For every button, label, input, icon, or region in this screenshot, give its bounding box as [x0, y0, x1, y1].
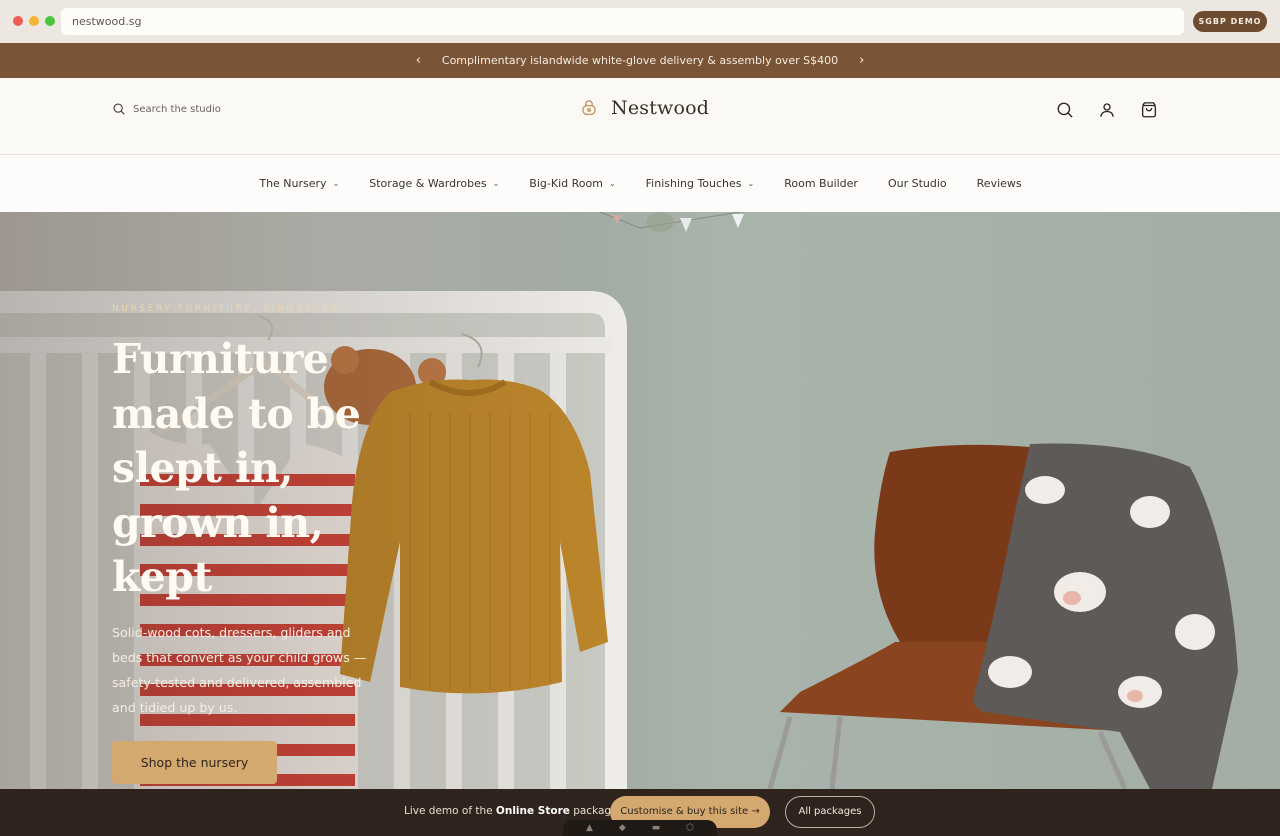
- nest-logo-icon: [582, 100, 596, 116]
- chevron-down-icon: ⌄: [608, 179, 616, 188]
- dock-item-icon[interactable]: ◆: [619, 823, 626, 833]
- chevron-down-icon: ⌄: [332, 179, 340, 188]
- announcement-prev-button[interactable]: ‹: [395, 53, 442, 68]
- hero-eyebrow: NURSERY FURNITURE, SINGAPORE: [112, 304, 340, 314]
- nav-item-label: Room Builder: [784, 177, 858, 190]
- maximize-window-button[interactable]: [45, 16, 55, 26]
- shop-the-nursery-button[interactable]: Shop the nursery: [112, 741, 277, 784]
- minimize-window-button[interactable]: [29, 16, 39, 26]
- hero-headline: Furniture made to be slept in, grown in,…: [112, 335, 361, 601]
- close-window-button[interactable]: [13, 16, 23, 26]
- hero-section: NURSERY FURNITURE, SINGAPORE Furniture m…: [0, 212, 1280, 789]
- cart-icon[interactable]: [1140, 101, 1158, 119]
- nav-item-label: Finishing Touches: [645, 177, 742, 190]
- nav-item-finishing-touches[interactable]: Finishing Touches ⌄: [646, 177, 755, 190]
- search-field[interactable]: Search the studio: [112, 102, 221, 116]
- announcement-next-button[interactable]: ›: [838, 53, 885, 68]
- nav-item-the-nursery[interactable]: The Nursery ⌄: [259, 177, 339, 190]
- nav-item-our-studio[interactable]: Our Studio: [888, 177, 947, 190]
- nav-item-reviews[interactable]: Reviews: [977, 177, 1022, 190]
- demo-badge: SGBP DEMO: [1193, 11, 1267, 32]
- search-icon: [113, 103, 125, 115]
- brand-logo[interactable]: Nestwood: [581, 97, 709, 119]
- dock-item-icon[interactable]: ⬡: [686, 823, 694, 833]
- window-controls: [13, 16, 55, 26]
- demo-notice: Live demo of the Online Store package.: [404, 805, 621, 817]
- browser-chrome: nestwood.sg SGBP DEMO: [0, 0, 1280, 43]
- demo-package-name: Online Store: [495, 805, 570, 817]
- nav-item-label: Our Studio: [887, 177, 947, 190]
- header-actions: [1056, 101, 1158, 119]
- dock-item-icon[interactable]: ▲: [586, 823, 593, 833]
- announcement-bar: ‹ Complimentary islandwide white-glove d…: [0, 43, 1280, 78]
- all-packages-button[interactable]: All packages: [785, 796, 875, 828]
- site-header: Search the studio Nestwood: [0, 78, 1280, 155]
- address-bar[interactable]: nestwood.sg: [61, 8, 1184, 35]
- nav-item-big-kid-room[interactable]: Big-Kid Room ⌄: [529, 177, 615, 190]
- hero-subtext: Solid-wood cots, dressers, gliders and b…: [112, 625, 367, 715]
- nav-item-label: Reviews: [976, 177, 1022, 190]
- nav-item-room-builder[interactable]: Room Builder: [784, 177, 858, 190]
- account-icon[interactable]: [1098, 101, 1116, 119]
- nav-item-label: Big-Kid Room: [529, 177, 603, 190]
- search-icon[interactable]: [1056, 101, 1074, 119]
- chevron-down-icon: ⌄: [492, 179, 500, 188]
- floating-dock: ▲ ◆ ▬ ⬡: [563, 820, 717, 836]
- brand-name: Nestwood: [611, 97, 710, 119]
- nav-item-label: The Nursery: [259, 177, 327, 190]
- nav-item-storage-wardrobes[interactable]: Storage & Wardrobes ⌄: [369, 177, 499, 190]
- dock-item-icon[interactable]: ▬: [652, 823, 661, 833]
- search-placeholder: Search the studio: [133, 103, 221, 115]
- chevron-down-icon: ⌄: [747, 179, 755, 188]
- announcement-text: Complimentary islandwide white-glove del…: [441, 54, 839, 67]
- demo-notice-prefix: Live demo of the: [404, 805, 496, 817]
- main-navigation: The Nursery ⌄ Storage & Wardrobes ⌄ Big-Ki…: [0, 155, 1280, 212]
- nav-item-label: Storage & Wardrobes: [369, 177, 487, 190]
